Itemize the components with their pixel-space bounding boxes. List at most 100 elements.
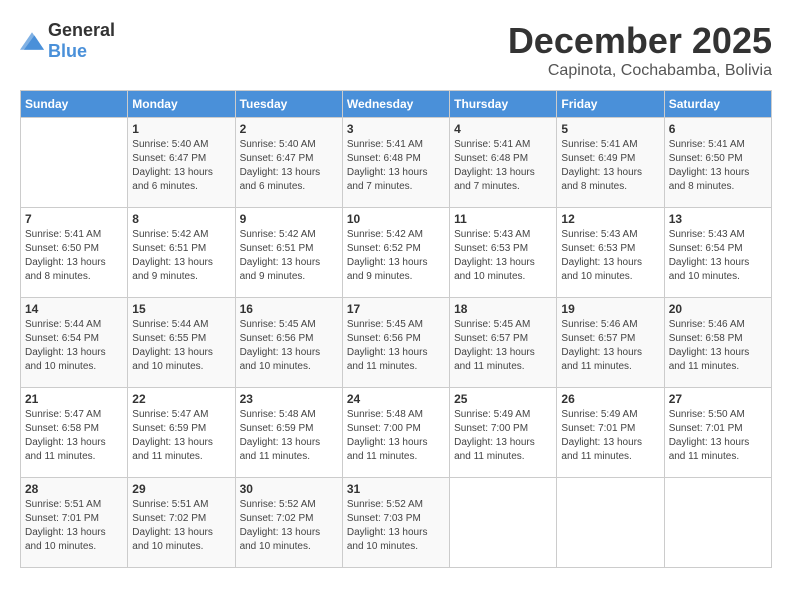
- calendar-cell: 13 Sunrise: 5:43 AM Sunset: 6:54 PM Dayli…: [664, 208, 771, 298]
- day-number: 1: [132, 122, 230, 136]
- day-info: Sunrise: 5:40 AM Sunset: 6:47 PM Dayligh…: [240, 138, 338, 194]
- day-info: Sunrise: 5:43 AM Sunset: 6:54 PM Dayligh…: [669, 228, 767, 284]
- day-number: 6: [669, 122, 767, 136]
- calendar-cell: 19 Sunrise: 5:46 AM Sunset: 6:57 PM Dayli…: [557, 298, 664, 388]
- day-info: Sunrise: 5:52 AM Sunset: 7:03 PM Dayligh…: [347, 498, 445, 554]
- day-number: 30: [240, 482, 338, 496]
- day-info: Sunrise: 5:42 AM Sunset: 6:51 PM Dayligh…: [132, 228, 230, 284]
- day-info: Sunrise: 5:43 AM Sunset: 6:53 PM Dayligh…: [561, 228, 659, 284]
- day-number: 8: [132, 212, 230, 226]
- day-info: Sunrise: 5:45 AM Sunset: 6:56 PM Dayligh…: [347, 318, 445, 374]
- calendar-cell: 20 Sunrise: 5:46 AM Sunset: 6:58 PM Dayli…: [664, 298, 771, 388]
- day-number: 26: [561, 392, 659, 406]
- calendar-cell: 2 Sunrise: 5:40 AM Sunset: 6:47 PM Daylig…: [235, 118, 342, 208]
- day-number: 28: [25, 482, 123, 496]
- day-number: 29: [132, 482, 230, 496]
- day-info: Sunrise: 5:49 AM Sunset: 7:00 PM Dayligh…: [454, 408, 552, 464]
- calendar-cell: 15Sunrise: 5:44 AM Sunset: 6:55 PM Dayli…: [128, 298, 235, 388]
- day-info: Sunrise: 5:46 AM Sunset: 6:58 PM Dayligh…: [669, 318, 767, 374]
- day-number: 23: [240, 392, 338, 406]
- calendar-cell: 28 Sunrise: 5:51 AM Sunset: 7:01 PM Dayli…: [21, 478, 128, 568]
- week-row-1: 1 Sunrise: 5:40 AM Sunset: 6:47 PM Daylig…: [21, 118, 772, 208]
- day-number: 4: [454, 122, 552, 136]
- day-info: Sunrise: 5:41 AM Sunset: 6:48 PM Dayligh…: [454, 138, 552, 194]
- day-number: 15: [132, 302, 230, 316]
- day-info: Sunrise: 5:50 AM Sunset: 7:01 PM Dayligh…: [669, 408, 767, 464]
- day-number: 17: [347, 302, 445, 316]
- calendar-cell: 30 Sunrise: 5:52 AM Sunset: 7:02 PM Dayli…: [235, 478, 342, 568]
- calendar-cell: 10 Sunrise: 5:42 AM Sunset: 6:52 PM Dayli…: [342, 208, 449, 298]
- day-number: 7: [25, 212, 123, 226]
- calendar-cell: 27Sunrise: 5:50 AM Sunset: 7:01 PM Dayli…: [664, 388, 771, 478]
- week-row-5: 28 Sunrise: 5:51 AM Sunset: 7:01 PM Dayli…: [21, 478, 772, 568]
- day-number: 18: [454, 302, 552, 316]
- day-info: Sunrise: 5:51 AM Sunset: 7:01 PM Dayligh…: [25, 498, 123, 554]
- day-info: Sunrise: 5:52 AM Sunset: 7:02 PM Dayligh…: [240, 498, 338, 554]
- calendar-cell: 16Sunrise: 5:45 AM Sunset: 6:56 PM Dayli…: [235, 298, 342, 388]
- day-info: Sunrise: 5:48 AM Sunset: 7:00 PM Dayligh…: [347, 408, 445, 464]
- calendar-cell: [450, 478, 557, 568]
- week-row-3: 14Sunrise: 5:44 AM Sunset: 6:54 PM Dayli…: [21, 298, 772, 388]
- calendar-cell: 11 Sunrise: 5:43 AM Sunset: 6:53 PM Dayli…: [450, 208, 557, 298]
- day-number: 2: [240, 122, 338, 136]
- title-area: December 2025 Capinota, Cochabamba, Boli…: [508, 20, 772, 80]
- week-row-4: 21Sunrise: 5:47 AM Sunset: 6:58 PM Dayli…: [21, 388, 772, 478]
- calendar-table: SundayMondayTuesdayWednesdayThursdayFrid…: [20, 90, 772, 568]
- calendar-cell: 22 Sunrise: 5:47 AM Sunset: 6:59 PM Dayli…: [128, 388, 235, 478]
- calendar-header-row: SundayMondayTuesdayWednesdayThursdayFrid…: [21, 91, 772, 118]
- day-number: 3: [347, 122, 445, 136]
- day-info: Sunrise: 5:42 AM Sunset: 6:51 PM Dayligh…: [240, 228, 338, 284]
- calendar-cell: 26Sunrise: 5:49 AM Sunset: 7:01 PM Dayli…: [557, 388, 664, 478]
- calendar-cell: 8 Sunrise: 5:42 AM Sunset: 6:51 PM Daylig…: [128, 208, 235, 298]
- calendar-cell: [21, 118, 128, 208]
- day-number: 24: [347, 392, 445, 406]
- logo-text: General Blue: [48, 20, 115, 62]
- day-number: 20: [669, 302, 767, 316]
- calendar-cell: 5 Sunrise: 5:41 AM Sunset: 6:49 PM Daylig…: [557, 118, 664, 208]
- day-info: Sunrise: 5:40 AM Sunset: 6:47 PM Dayligh…: [132, 138, 230, 194]
- day-number: 13: [669, 212, 767, 226]
- calendar-cell: 9 Sunrise: 5:42 AM Sunset: 6:51 PM Daylig…: [235, 208, 342, 298]
- location-title: Capinota, Cochabamba, Bolivia: [508, 62, 772, 80]
- logo-blue: Blue: [48, 41, 87, 61]
- day-number: 9: [240, 212, 338, 226]
- day-number: 10: [347, 212, 445, 226]
- day-header-monday: Monday: [128, 91, 235, 118]
- day-info: Sunrise: 5:43 AM Sunset: 6:53 PM Dayligh…: [454, 228, 552, 284]
- day-info: Sunrise: 5:42 AM Sunset: 6:52 PM Dayligh…: [347, 228, 445, 284]
- day-header-friday: Friday: [557, 91, 664, 118]
- header: General Blue December 2025 Capinota, Coc…: [20, 20, 772, 80]
- calendar-cell: 3Sunrise: 5:41 AM Sunset: 6:48 PM Daylig…: [342, 118, 449, 208]
- day-number: 16: [240, 302, 338, 316]
- calendar-cell: 6 Sunrise: 5:41 AM Sunset: 6:50 PM Daylig…: [664, 118, 771, 208]
- calendar-cell: 25 Sunrise: 5:49 AM Sunset: 7:00 PM Dayli…: [450, 388, 557, 478]
- calendar-cell: 12Sunrise: 5:43 AM Sunset: 6:53 PM Dayli…: [557, 208, 664, 298]
- day-info: Sunrise: 5:46 AM Sunset: 6:57 PM Dayligh…: [561, 318, 659, 374]
- day-info: Sunrise: 5:51 AM Sunset: 7:02 PM Dayligh…: [132, 498, 230, 554]
- day-number: 22: [132, 392, 230, 406]
- day-number: 19: [561, 302, 659, 316]
- day-header-tuesday: Tuesday: [235, 91, 342, 118]
- day-header-sunday: Sunday: [21, 91, 128, 118]
- day-info: Sunrise: 5:41 AM Sunset: 6:50 PM Dayligh…: [25, 228, 123, 284]
- logo-general: General: [48, 20, 115, 40]
- day-info: Sunrise: 5:47 AM Sunset: 6:59 PM Dayligh…: [132, 408, 230, 464]
- month-title: December 2025: [508, 20, 772, 62]
- calendar-cell: 29 Sunrise: 5:51 AM Sunset: 7:02 PM Dayli…: [128, 478, 235, 568]
- day-info: Sunrise: 5:41 AM Sunset: 6:50 PM Dayligh…: [669, 138, 767, 194]
- calendar-cell: 14Sunrise: 5:44 AM Sunset: 6:54 PM Dayli…: [21, 298, 128, 388]
- day-number: 25: [454, 392, 552, 406]
- day-number: 14: [25, 302, 123, 316]
- day-number: 21: [25, 392, 123, 406]
- calendar-cell: 31Sunrise: 5:52 AM Sunset: 7:03 PM Dayli…: [342, 478, 449, 568]
- week-row-2: 7 Sunrise: 5:41 AM Sunset: 6:50 PM Daylig…: [21, 208, 772, 298]
- day-number: 5: [561, 122, 659, 136]
- day-info: Sunrise: 5:41 AM Sunset: 6:49 PM Dayligh…: [561, 138, 659, 194]
- calendar-cell: [557, 478, 664, 568]
- calendar-cell: 21Sunrise: 5:47 AM Sunset: 6:58 PM Dayli…: [21, 388, 128, 478]
- calendar-cell: 23Sunrise: 5:48 AM Sunset: 6:59 PM Dayli…: [235, 388, 342, 478]
- calendar-cell: 1 Sunrise: 5:40 AM Sunset: 6:47 PM Daylig…: [128, 118, 235, 208]
- calendar-cell: 18Sunrise: 5:45 AM Sunset: 6:57 PM Dayli…: [450, 298, 557, 388]
- calendar-cell: 24 Sunrise: 5:48 AM Sunset: 7:00 PM Dayli…: [342, 388, 449, 478]
- day-number: 11: [454, 212, 552, 226]
